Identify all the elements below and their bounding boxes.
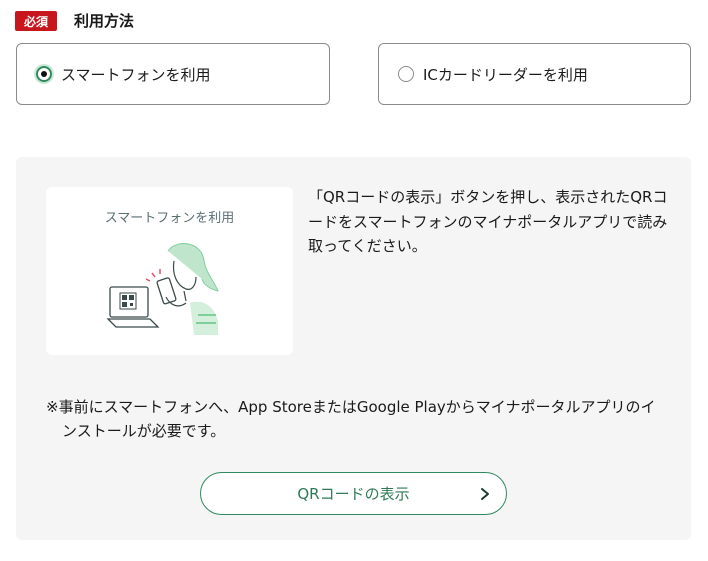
illustration-caption: スマートフォンを利用 bbox=[104, 211, 235, 226]
instruction-text: 「QRコードの表示」ボタンを押し、表示されたQRコードをスマートフォンのマイナポ… bbox=[308, 188, 668, 255]
illustration-card: スマートフォンを利用 bbox=[46, 187, 293, 355]
option-smartphone-label: スマートフォンを利用 bbox=[61, 65, 211, 84]
radio-unselected-icon[interactable] bbox=[398, 66, 414, 82]
show-qr-code-label: QRコードの表示 bbox=[297, 485, 410, 503]
show-qr-code-button[interactable]: QRコードの表示 bbox=[200, 472, 507, 515]
smartphone-scan-illustration bbox=[106, 243, 219, 335]
option-ic-card-reader-label: ICカードリーダーを利用 bbox=[423, 65, 588, 84]
instruction-panel: スマートフォンを利用 「QRコードの表示」ボタンを押し、表示されたQRコードをス… bbox=[16, 157, 691, 540]
radio-selected-icon[interactable] bbox=[36, 66, 52, 82]
install-note: ※事前にスマートフォンへ、App StoreまたはGoogle Playからマイ… bbox=[46, 398, 656, 440]
option-ic-card-reader[interactable]: ICカードリーダーを利用 bbox=[378, 43, 691, 105]
required-badge: 必須 bbox=[15, 11, 57, 31]
section-title: 利用方法 bbox=[74, 12, 135, 30]
chevron-right-icon bbox=[481, 488, 489, 500]
option-smartphone[interactable]: スマートフォンを利用 bbox=[16, 43, 330, 105]
